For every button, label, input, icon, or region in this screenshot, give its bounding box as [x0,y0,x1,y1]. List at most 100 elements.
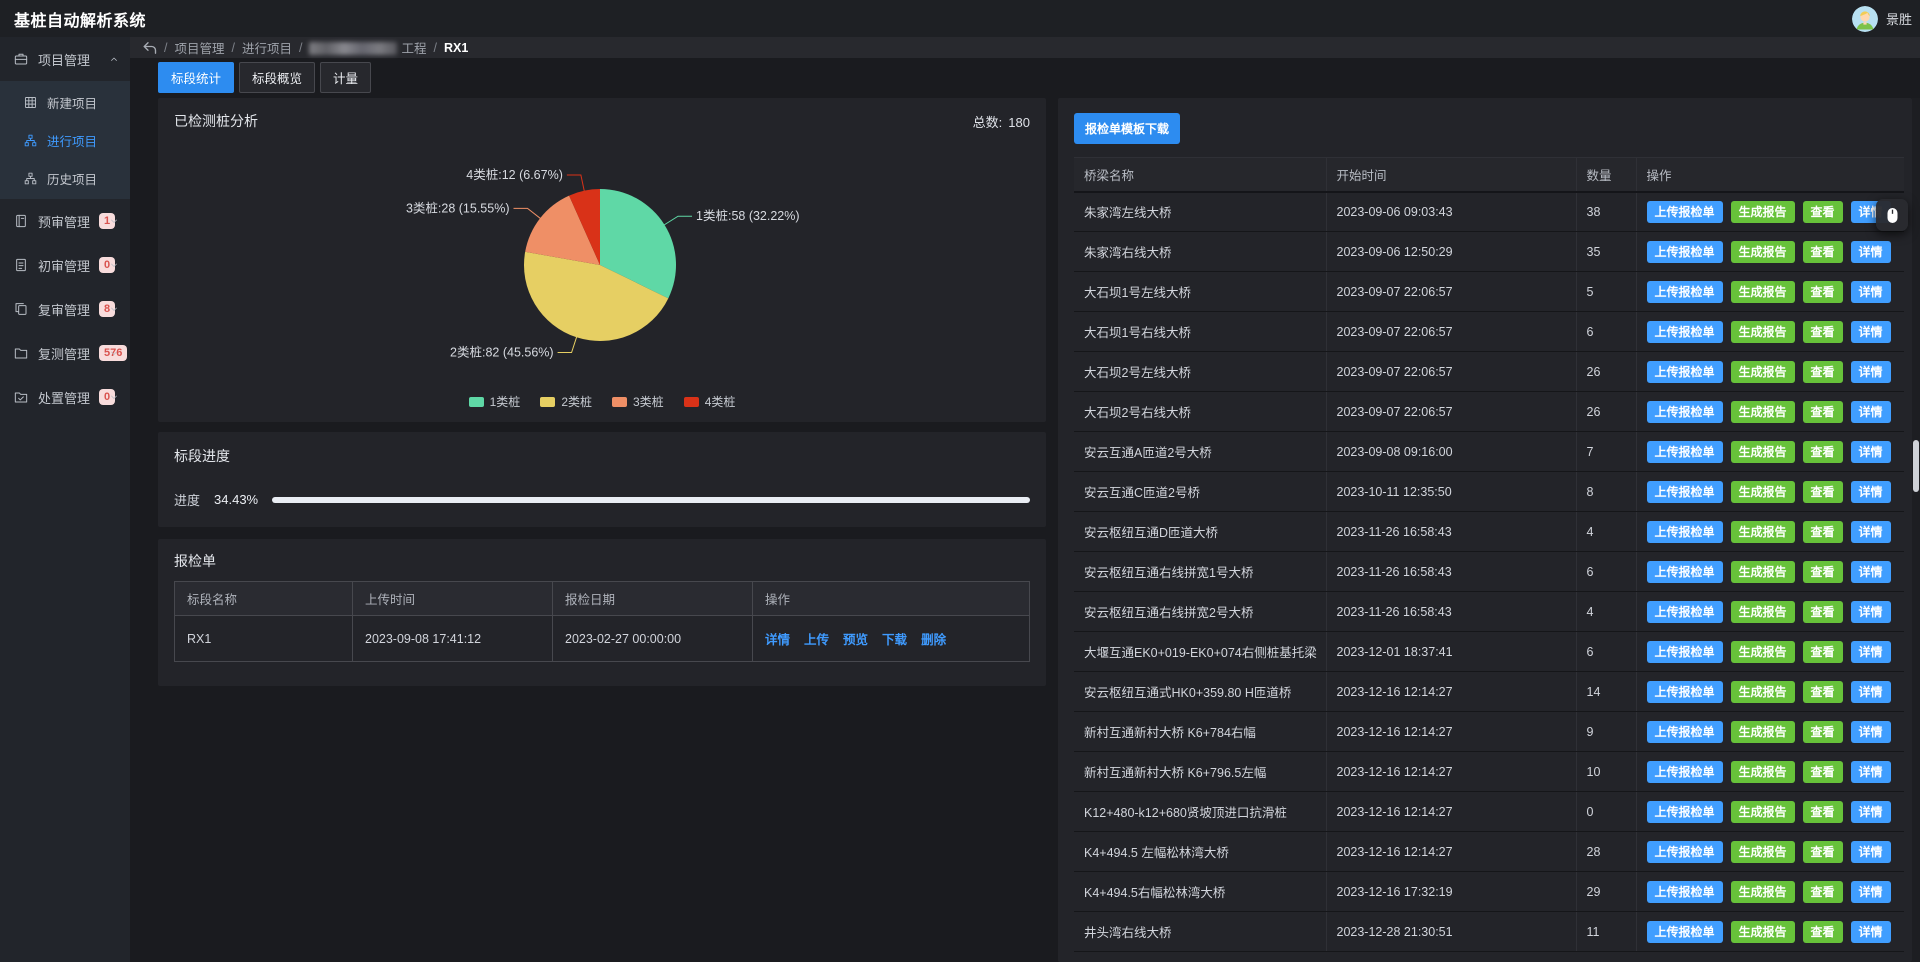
bridge-action-查看[interactable]: 查看 [1803,721,1843,743]
bridge-action-详情[interactable]: 详情 [1851,881,1891,903]
bridge-action-生成报告[interactable]: 生成报告 [1731,401,1795,423]
bridge-action-查看[interactable]: 查看 [1803,321,1843,343]
bridge-action-上传报检单[interactable]: 上传报检单 [1647,481,1723,503]
bridge-action-上传报检单[interactable]: 上传报检单 [1647,561,1723,583]
bridge-action-详情[interactable]: 详情 [1851,761,1891,783]
sidebar-item-复测管理[interactable]: 复测管理576 [0,331,130,375]
inspection-action-上传[interactable]: 上传 [804,633,829,647]
bridge-action-生成报告[interactable]: 生成报告 [1731,681,1795,703]
bridge-action-详情[interactable]: 详情 [1851,481,1891,503]
bridge-action-详情[interactable]: 详情 [1851,321,1891,343]
bridge-action-上传报检单[interactable]: 上传报检单 [1647,601,1723,623]
bridge-action-生成报告[interactable]: 生成报告 [1731,361,1795,383]
bridge-action-详情[interactable]: 详情 [1851,521,1891,543]
sidebar-item-进行项目[interactable]: 进行项目 [0,121,130,159]
bridge-action-查看[interactable]: 查看 [1803,521,1843,543]
sidebar-item-处置管理[interactable]: 处置管理0 [0,375,130,419]
breadcrumb-item[interactable]: 项目管理 [174,38,224,57]
sidebar-item-初审管理[interactable]: 初审管理0 [0,243,130,287]
bridge-action-上传报检单[interactable]: 上传报检单 [1647,401,1723,423]
user-avatar-icon[interactable] [1852,6,1878,32]
bridge-action-上传报检单[interactable]: 上传报检单 [1647,321,1723,343]
sidebar-item-复审管理[interactable]: 复审管理8 [0,287,130,331]
bridge-action-上传报检单[interactable]: 上传报检单 [1647,361,1723,383]
bridge-action-上传报检单[interactable]: 上传报检单 [1647,281,1723,303]
bridge-action-上传报检单[interactable]: 上传报检单 [1647,721,1723,743]
bridge-action-生成报告[interactable]: 生成报告 [1731,881,1795,903]
bridge-action-查看[interactable]: 查看 [1803,601,1843,623]
inspection-action-下载[interactable]: 下载 [882,633,907,647]
tab-标段统计[interactable]: 标段统计 [158,62,234,93]
bridge-action-查看[interactable]: 查看 [1803,401,1843,423]
sidebar-item-新建项目[interactable]: 新建项目 [0,83,130,121]
bridge-action-查看[interactable]: 查看 [1803,441,1843,463]
bridge-action-详情[interactable]: 详情 [1851,801,1891,823]
bridge-action-查看[interactable]: 查看 [1803,241,1843,263]
scrollbar-thumb[interactable] [1913,440,1919,492]
bridge-action-上传报检单[interactable]: 上传报检单 [1647,201,1723,223]
back-arrow-icon[interactable] [142,41,157,55]
bridge-action-上传报检单[interactable]: 上传报检单 [1647,921,1723,943]
bridge-action-上传报检单[interactable]: 上传报检单 [1647,881,1723,903]
bridge-action-生成报告[interactable]: 生成报告 [1731,721,1795,743]
tab-标段概览[interactable]: 标段概览 [239,62,315,93]
bridge-action-上传报检单[interactable]: 上传报检单 [1647,521,1723,543]
bridge-action-查看[interactable]: 查看 [1803,481,1843,503]
bridge-action-详情[interactable]: 详情 [1851,841,1891,863]
bridge-action-详情[interactable]: 详情 [1851,441,1891,463]
bridge-action-详情[interactable]: 详情 [1851,681,1891,703]
bridge-action-生成报告[interactable]: 生成报告 [1731,801,1795,823]
bridge-action-生成报告[interactable]: 生成报告 [1731,241,1795,263]
bridge-action-上传报检单[interactable]: 上传报检单 [1647,801,1723,823]
sidebar-item-项目管理[interactable]: 项目管理 [0,37,130,81]
bridge-action-详情[interactable]: 详情 [1851,641,1891,663]
bridge-action-查看[interactable]: 查看 [1803,361,1843,383]
bridge-action-生成报告[interactable]: 生成报告 [1731,321,1795,343]
bridge-action-生成报告[interactable]: 生成报告 [1731,641,1795,663]
bridge-action-上传报检单[interactable]: 上传报检单 [1647,441,1723,463]
bridge-action-上传报检单[interactable]: 上传报检单 [1647,681,1723,703]
bridge-action-生成报告[interactable]: 生成报告 [1731,921,1795,943]
bridge-action-上传报检单[interactable]: 上传报检单 [1647,641,1723,663]
sidebar-item-历史项目[interactable]: 历史项目 [0,159,130,197]
bridge-action-查看[interactable]: 查看 [1803,201,1843,223]
bridge-action-详情[interactable]: 详情 [1851,361,1891,383]
bridge-action-生成报告[interactable]: 生成报告 [1731,201,1795,223]
bridge-action-上传报检单[interactable]: 上传报检单 [1647,841,1723,863]
legend-item-2类桩[interactable]: 2类桩 [540,393,592,410]
sidebar-item-预审管理[interactable]: 预审管理1 [0,199,130,243]
bridge-action-生成报告[interactable]: 生成报告 [1731,281,1795,303]
bridge-action-详情[interactable]: 详情 [1851,561,1891,583]
bridge-action-生成报告[interactable]: 生成报告 [1731,841,1795,863]
bridge-action-详情[interactable]: 详情 [1851,241,1891,263]
bridge-action-查看[interactable]: 查看 [1803,761,1843,783]
bridge-action-查看[interactable]: 查看 [1803,881,1843,903]
bridge-action-上传报检单[interactable]: 上传报检单 [1647,761,1723,783]
legend-item-3类桩[interactable]: 3类桩 [612,393,664,410]
inspection-template-download-button[interactable]: 报检单模板下载 [1074,113,1180,144]
legend-item-1类桩[interactable]: 1类桩 [469,393,521,410]
user-area[interactable]: 景胜 [1852,6,1912,32]
bridge-action-详情[interactable]: 详情 [1851,601,1891,623]
bridge-action-查看[interactable]: 查看 [1803,561,1843,583]
bridge-action-详情[interactable]: 详情 [1851,401,1891,423]
legend-item-4类桩[interactable]: 4类桩 [684,393,736,410]
inspection-action-删除[interactable]: 删除 [921,633,946,647]
bridge-action-查看[interactable]: 查看 [1803,801,1843,823]
bridge-action-生成报告[interactable]: 生成报告 [1731,481,1795,503]
bridge-action-生成报告[interactable]: 生成报告 [1731,601,1795,623]
bridge-action-生成报告[interactable]: 生成报告 [1731,761,1795,783]
inspection-action-详情[interactable]: 详情 [765,633,790,647]
bridge-action-上传报检单[interactable]: 上传报检单 [1647,241,1723,263]
breadcrumb-item[interactable]: 工程 [309,38,426,57]
bridge-action-详情[interactable]: 详情 [1851,281,1891,303]
bridge-action-查看[interactable]: 查看 [1803,281,1843,303]
breadcrumb-item[interactable]: 进行项目 [242,38,292,57]
inspection-action-预览[interactable]: 预览 [843,633,868,647]
bridge-action-生成报告[interactable]: 生成报告 [1731,561,1795,583]
bridge-action-查看[interactable]: 查看 [1803,841,1843,863]
bridge-action-详情[interactable]: 详情 [1851,721,1891,743]
bridge-action-查看[interactable]: 查看 [1803,641,1843,663]
bridge-action-查看[interactable]: 查看 [1803,921,1843,943]
bridge-action-生成报告[interactable]: 生成报告 [1731,521,1795,543]
